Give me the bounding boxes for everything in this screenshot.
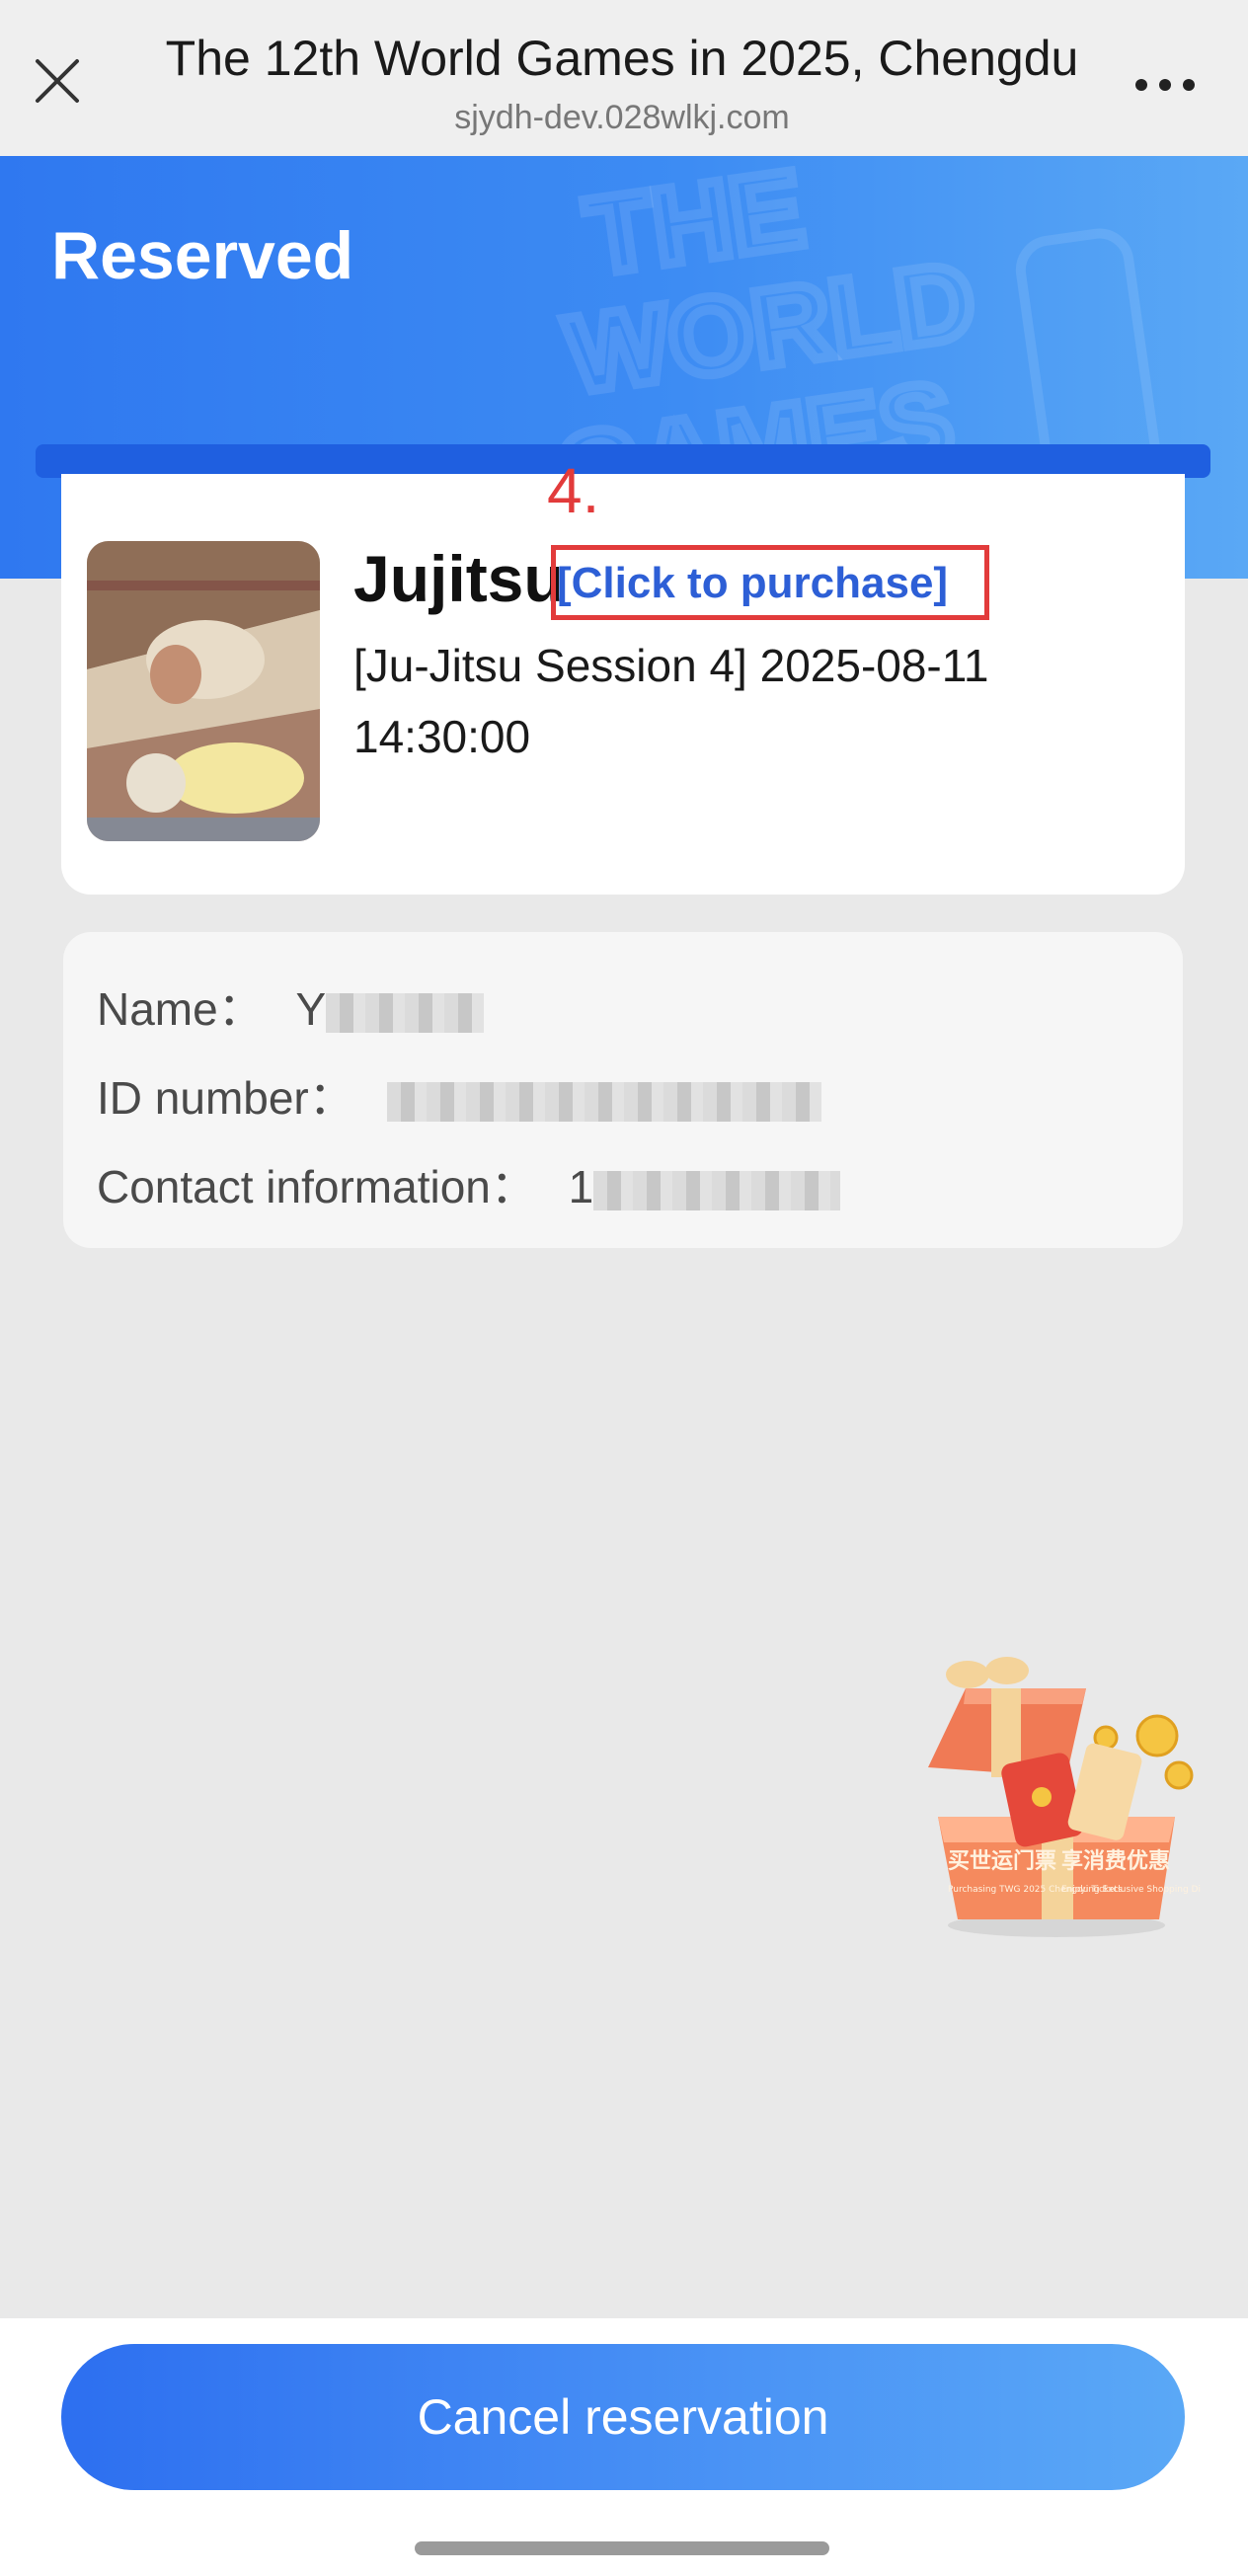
redacted-name [326, 992, 485, 1033]
redacted-id [386, 1081, 821, 1122]
reservation-status: Reserved [51, 218, 354, 293]
promo-cn-right: 享消费优惠 [1061, 1848, 1170, 1874]
name-value: Y [296, 983, 485, 1035]
cancel-reservation-button[interactable]: Cancel reservation [61, 2344, 1185, 2490]
home-indicator [415, 2541, 829, 2555]
attendee-info-card: Name： Y ID number： Contact information： … [63, 932, 1183, 1248]
contact-label: Contact information： [97, 1161, 536, 1212]
id-row: ID number： [97, 1062, 821, 1128]
more-icon[interactable] [1126, 59, 1205, 109]
event-name: Jujitsu [353, 542, 564, 615]
contact-value: 1 [569, 1161, 841, 1212]
annotation-highlight-box [551, 545, 989, 620]
annotation-step-label: 4. [547, 455, 600, 526]
contact-visible-char: 1 [568, 1161, 594, 1212]
close-icon[interactable] [28, 51, 87, 111]
name-label: Name： [97, 983, 264, 1035]
header-divider-bar [36, 444, 1210, 478]
event-thumbnail [87, 541, 320, 841]
session-details: [Ju-Jitsu Session 4] 2025-08-11 14:30:00 [353, 640, 989, 762]
event-card: Jujitsu 4. [Click to purchase] [Ju-Jitsu… [61, 455, 1185, 895]
promo-en-right: Enjoying Exclusive Shopping Discounts [1061, 1885, 1201, 1895]
page-url: sjydh-dev.028wlkj.com [454, 99, 790, 136]
page-title: The 12th World Games in 2025, Chengdu [165, 31, 1079, 86]
promo-cn-left: 买世运门票 [948, 1848, 1056, 1874]
contact-row: Contact information： 1 [97, 1151, 841, 1216]
redacted-contact [593, 1170, 841, 1210]
name-visible-char: Y [295, 983, 327, 1035]
ticket-promo-badge[interactable]: 买世运门票 享消费优惠 Purchasing TWG 2025 Chengdu … [908, 1649, 1235, 1945]
id-label: ID number： [97, 1072, 354, 1124]
name-row: Name： Y [97, 974, 485, 1039]
id-value [386, 1072, 821, 1124]
browser-top-bar: The 12th World Games in 2025, Chengdu sj… [0, 0, 1248, 156]
